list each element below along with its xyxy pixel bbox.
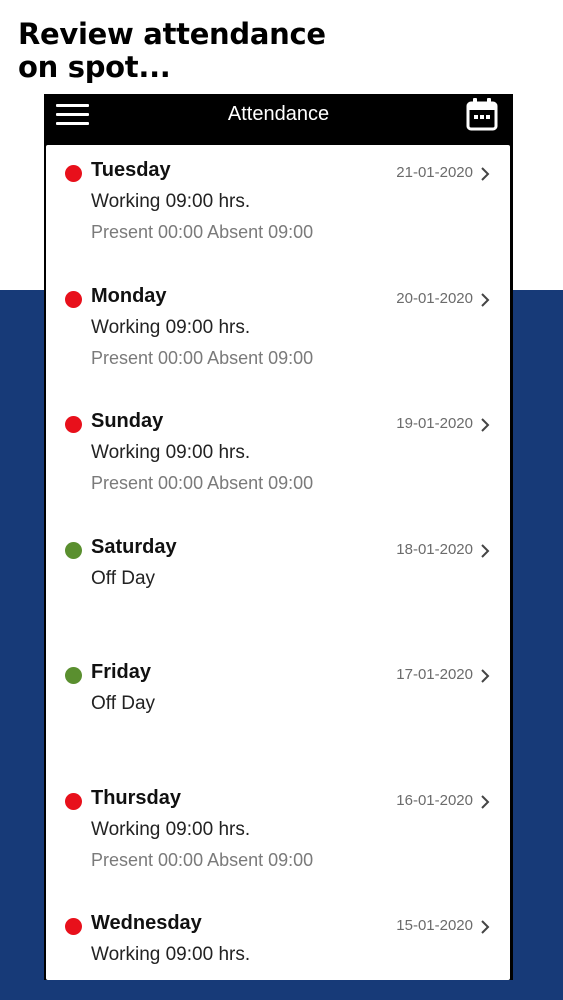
attendance-item-wednesday[interactable]: Wednesday 15-01-2020 Working 09:00 hrs. [46, 898, 510, 980]
chevron-right-icon[interactable] [478, 166, 492, 182]
presence-summary-text: Present 00:00 Absent 09:00 [91, 473, 314, 493]
chevron-right-icon[interactable] [478, 794, 492, 810]
headline-line-1: Review attendance [18, 17, 326, 51]
chevron-right-icon[interactable] [478, 292, 492, 308]
day-name: Wednesday [91, 912, 202, 934]
promo-headline: Review attendance on spot... [18, 18, 326, 84]
date-label: 18-01-2020 [396, 541, 473, 558]
attendance-list: Tuesday 21-01-2020 Working 09:00 hrs. Prese… [46, 145, 510, 980]
working-hours-text: Working 09:00 hrs. [91, 191, 251, 212]
day-name: Thursday [91, 787, 182, 809]
chevron-right-icon[interactable] [478, 417, 492, 433]
presence-summary-text: Present 00:00 Absent 09:00 [91, 348, 314, 368]
attendance-item-sunday[interactable]: Sunday 19-01-2020 Working 09:00 hrs. Presen… [46, 396, 510, 521]
day-name: Monday [91, 285, 167, 307]
attendance-item-thursday[interactable]: Thursday 16-01-2020 Working 09:00 hrs. Pres… [46, 773, 510, 898]
absent-status-dot [65, 416, 82, 433]
absent-status-dot [65, 291, 82, 308]
headline-line-2: on spot... [18, 50, 171, 84]
date-label: 16-01-2020 [396, 792, 473, 809]
date-label: 17-01-2020 [396, 666, 473, 683]
presence-summary-text: Present 00:00 Absent 09:00 [91, 850, 314, 870]
chevron-right-icon[interactable] [478, 919, 492, 935]
day-name: Friday [91, 661, 152, 683]
calendar-icon[interactable] [465, 96, 499, 132]
chevron-right-icon[interactable] [478, 668, 492, 684]
page-title: Attendance [227, 103, 330, 125]
presence-summary-text: Present 00:00 Absent 09:00 [91, 222, 314, 242]
date-label: 15-01-2020 [396, 917, 473, 934]
date-label: 19-01-2020 [396, 415, 473, 432]
attendance-item-friday[interactable]: Friday 17-01-2020 Off Day [46, 647, 510, 772]
date-label: 21-01-2020 [396, 164, 473, 181]
off-day-status-dot [65, 667, 82, 684]
working-hours-text: Working 09:00 hrs. [91, 819, 251, 840]
app-bar: Attendance [44, 94, 513, 140]
absent-status-dot [65, 793, 82, 810]
absent-status-dot [65, 165, 82, 182]
absent-status-dot [65, 918, 82, 935]
attendance-item-monday[interactable]: Monday 20-01-2020 Working 09:00 hrs. Presen… [46, 271, 510, 396]
off-day-status-dot [65, 542, 82, 559]
attendance-item-saturday[interactable]: Saturday 18-01-2020 Off Day [46, 522, 510, 647]
phone-screen: Attendance Tuesday 21-01-2020 Working 09:0… [44, 94, 513, 980]
working-hours-text: Working 09:00 hrs. [91, 317, 251, 338]
working-hours-text: Off Day [91, 568, 156, 589]
chevron-right-icon[interactable] [478, 543, 492, 559]
day-name: Sunday [91, 410, 164, 432]
attendance-item-tuesday[interactable]: Tuesday 21-01-2020 Working 09:00 hrs. Prese… [46, 145, 510, 270]
day-name: Tuesday [91, 159, 171, 181]
working-hours-text: Off Day [91, 693, 156, 714]
working-hours-text: Working 09:00 hrs. [91, 944, 251, 965]
date-label: 20-01-2020 [396, 290, 473, 307]
working-hours-text: Working 09:00 hrs. [91, 442, 251, 463]
day-name: Saturday [91, 536, 177, 558]
